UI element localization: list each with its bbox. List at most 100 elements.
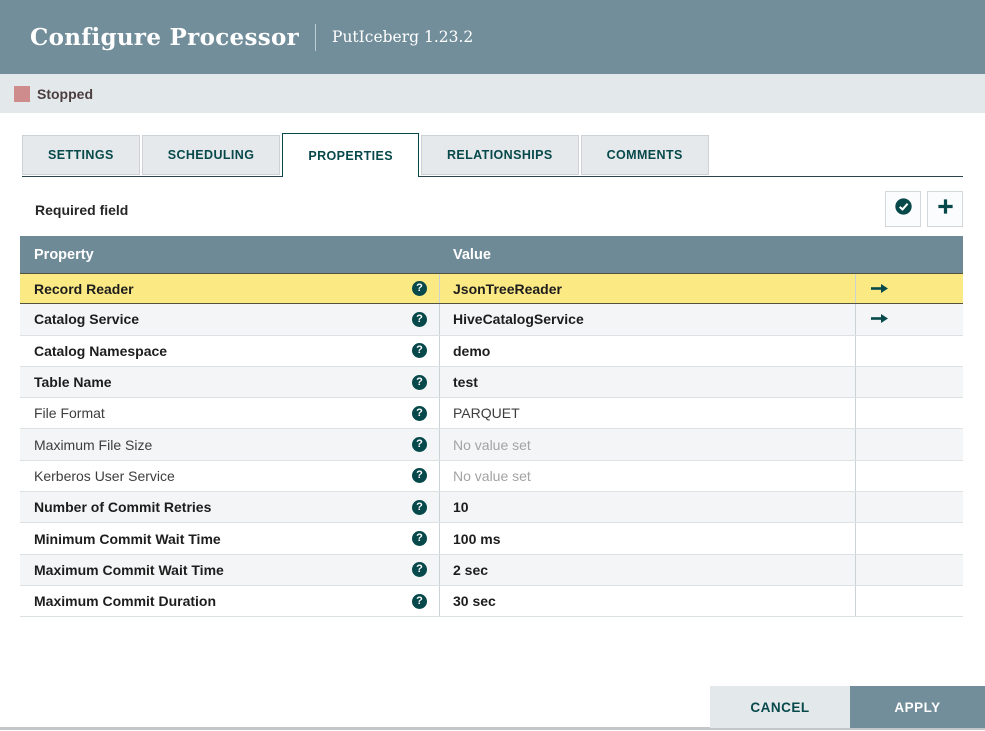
property-value: No value set xyxy=(453,467,531,484)
question-circle-icon[interactable]: ? xyxy=(412,405,427,421)
property-cell: Maximum Commit Wait Time ? xyxy=(20,554,440,585)
property-cell: Catalog Namespace ? xyxy=(20,335,440,366)
value-cell[interactable]: No value set xyxy=(440,429,856,460)
property-name: Kerberos User Service xyxy=(34,467,175,484)
cancel-button[interactable]: CANCEL xyxy=(710,686,850,728)
properties-table: Property Value Record Reader ? JsonTreeR… xyxy=(20,236,963,618)
tab-label: SETTINGS xyxy=(48,148,114,162)
question-circle-icon[interactable]: ? xyxy=(412,281,427,297)
property-name: Table Name xyxy=(34,374,112,391)
tab-label: SCHEDULING xyxy=(167,148,255,162)
property-name: Catalog Namespace xyxy=(34,342,168,359)
property-value: JsonTreeReader xyxy=(453,280,562,297)
table-row[interactable]: Record Reader ? JsonTreeReader xyxy=(20,273,963,305)
action-cell xyxy=(856,304,963,334)
arrow-right-icon[interactable] xyxy=(870,281,890,297)
action-cell xyxy=(856,336,963,366)
property-name: Number of Commit Retries xyxy=(34,499,212,516)
property-name: Record Reader xyxy=(34,280,134,297)
property-name: File Format xyxy=(34,405,105,422)
configure-processor-dialog: Configure Processor PutIceberg 1.23.2 St… xyxy=(0,0,985,731)
property-name: Maximum Commit Wait Time xyxy=(34,561,224,578)
value-cell[interactable]: HiveCatalogService xyxy=(440,304,856,335)
value-cell[interactable]: PARQUET xyxy=(440,398,856,429)
property-cell: Record Reader ? xyxy=(20,274,440,304)
question-circle-icon[interactable]: ? xyxy=(412,437,427,453)
table-row[interactable]: Table Name ? test xyxy=(20,366,963,399)
property-value: 10 xyxy=(453,499,469,516)
table-row[interactable]: File Format ? PARQUET xyxy=(20,398,963,430)
property-name: Minimum Commit Wait Time xyxy=(34,530,221,547)
question-circle-icon[interactable]: ? xyxy=(412,562,427,578)
table-row[interactable]: Catalog Namespace ? demo xyxy=(20,335,963,367)
value-cell[interactable]: 10 xyxy=(440,492,856,523)
property-name: Maximum File Size xyxy=(34,436,153,453)
title-separator xyxy=(315,23,317,51)
question-circle-icon[interactable]: ? xyxy=(412,374,427,390)
tab-comments[interactable]: COMMENTS xyxy=(580,135,709,175)
property-name: Catalog Service xyxy=(34,311,140,328)
apply-button[interactable]: APPLY xyxy=(850,686,985,728)
table-row[interactable]: Maximum Commit Duration ? 30 sec xyxy=(20,585,963,618)
value-cell[interactable]: 2 sec xyxy=(440,554,856,585)
tab-properties[interactable]: PROPERTIES xyxy=(282,133,419,177)
property-name: Maximum Commit Duration xyxy=(34,593,217,610)
value-cell[interactable]: JsonTreeReader xyxy=(440,274,856,304)
tab-scheduling[interactable]: SCHEDULING xyxy=(141,135,281,175)
tab-relationships[interactable]: RELATIONSHIPS xyxy=(420,135,579,175)
property-value: demo xyxy=(453,342,491,359)
question-circle-icon[interactable]: ? xyxy=(412,468,427,484)
question-circle-icon[interactable]: ? xyxy=(412,343,427,359)
action-cell xyxy=(856,555,963,585)
value-cell[interactable]: No value set xyxy=(440,460,856,492)
status-bar: Stopped xyxy=(0,74,985,113)
question-circle-icon[interactable]: ? xyxy=(412,531,427,547)
value-cell[interactable]: 30 sec xyxy=(440,585,856,617)
table-body: Record Reader ? JsonTreeReader Catalog S… xyxy=(20,273,963,618)
tab-strip: SETTINGS SCHEDULING PROPERTIES RELATIONS… xyxy=(22,133,963,177)
property-value: 100 ms xyxy=(453,530,501,547)
verify-properties-button[interactable] xyxy=(885,191,921,227)
arrow-right-icon[interactable] xyxy=(870,311,890,327)
dialog-header: Configure Processor PutIceberg 1.23.2 xyxy=(0,0,985,74)
add-property-button[interactable] xyxy=(927,191,963,227)
required-field-legend: Required field xyxy=(35,202,129,218)
processor-name-version: PutIceberg 1.23.2 xyxy=(332,28,474,46)
table-row[interactable]: Catalog Service ? HiveCatalogService xyxy=(20,304,963,336)
tab-label: RELATIONSHIPS xyxy=(446,148,553,162)
table-row[interactable]: Number of Commit Retries ? 10 xyxy=(20,492,963,524)
property-cell: Table Name ? xyxy=(20,366,440,398)
table-row[interactable]: Minimum Commit Wait Time ? 100 ms xyxy=(20,523,963,555)
property-value: 30 sec xyxy=(453,593,496,610)
tab-settings[interactable]: SETTINGS xyxy=(22,135,140,175)
table-header: Property Value xyxy=(20,236,963,273)
column-header-value: Value xyxy=(453,246,491,263)
action-cell xyxy=(856,492,963,522)
tab-label: COMMENTS xyxy=(606,148,683,162)
question-circle-icon[interactable]: ? xyxy=(412,593,427,609)
property-value: No value set xyxy=(453,436,531,453)
property-cell: Minimum Commit Wait Time ? xyxy=(20,523,440,554)
value-cell[interactable]: test xyxy=(440,366,856,398)
property-cell: Catalog Service ? xyxy=(20,304,440,335)
status-label: Stopped xyxy=(37,85,93,102)
value-cell[interactable]: 100 ms xyxy=(440,523,856,554)
table-row[interactable]: Kerberos User Service ? No value set xyxy=(20,460,963,493)
stopped-icon xyxy=(14,85,30,102)
dialog-title: Configure Processor xyxy=(30,23,300,51)
action-cell xyxy=(856,586,963,616)
question-circle-icon[interactable]: ? xyxy=(412,499,427,515)
question-circle-icon[interactable]: ? xyxy=(412,311,427,327)
property-value: test xyxy=(453,374,478,391)
value-cell[interactable]: demo xyxy=(440,335,856,366)
toolbar-buttons xyxy=(885,191,963,227)
property-value: 2 sec xyxy=(453,561,489,578)
action-cell xyxy=(856,461,963,491)
action-cell xyxy=(856,429,963,459)
tab-label: PROPERTIES xyxy=(308,148,393,163)
property-cell: Number of Commit Retries ? xyxy=(20,492,440,523)
table-row[interactable]: Maximum Commit Wait Time ? 2 sec xyxy=(20,554,963,586)
table-row[interactable]: Maximum File Size ? No value set xyxy=(20,429,963,461)
action-cell xyxy=(856,367,963,397)
property-value: HiveCatalogService xyxy=(453,311,584,328)
